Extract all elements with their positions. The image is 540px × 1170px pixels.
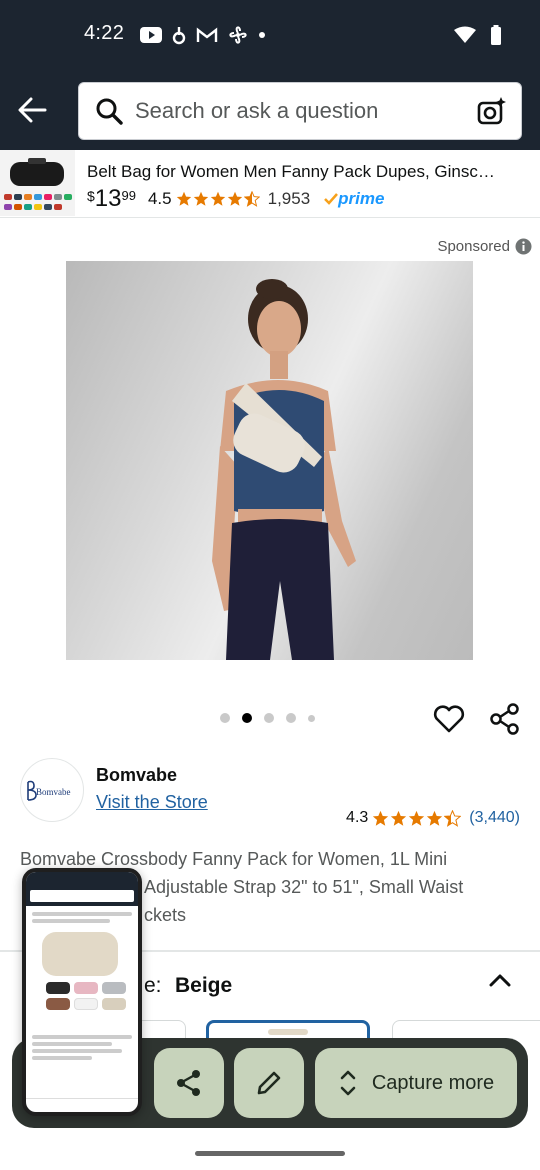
- star-icon: [409, 810, 425, 826]
- carousel-dots[interactable]: [220, 713, 315, 723]
- preview-text: [32, 1032, 132, 1063]
- star-rating: [176, 191, 260, 207]
- search-icon: [96, 98, 123, 125]
- visit-store-link[interactable]: Visit the Store: [96, 792, 208, 813]
- brand-rating-value: 4.3: [346, 809, 369, 826]
- brand-logo-text: Bomvabe: [36, 787, 71, 797]
- carousel-dot[interactable]: [220, 713, 230, 723]
- share-button[interactable]: [488, 702, 522, 736]
- capture-more-label: Capture more: [371, 1071, 495, 1094]
- status-bar: 4:22: [0, 0, 540, 72]
- screenshot-edit-button[interactable]: [234, 1048, 304, 1118]
- star-icon: [193, 191, 208, 206]
- youtube-icon: [140, 27, 162, 43]
- sponsored-label[interactable]: Sponsored: [437, 238, 532, 255]
- home-indicator[interactable]: [195, 1151, 345, 1156]
- info-icon: [515, 238, 532, 255]
- color-label: e:: [144, 974, 162, 997]
- prime-badge: prime: [324, 189, 384, 209]
- screenshot-share-button[interactable]: [154, 1048, 224, 1118]
- app-header: Search or ask a question: [0, 72, 540, 150]
- star-icon: [391, 810, 407, 826]
- share-icon: [490, 703, 519, 735]
- expand-vertical-icon: [340, 1070, 356, 1096]
- wishlist-button[interactable]: [432, 702, 466, 736]
- back-button[interactable]: [14, 92, 50, 128]
- fan-icon: [229, 26, 247, 44]
- star-icon: [227, 191, 242, 206]
- star-rating: [372, 809, 462, 827]
- brand-rating[interactable]: 4.3 (3,440): [346, 809, 520, 827]
- carousel-dot[interactable]: [264, 713, 274, 723]
- swatch-preview: [268, 1029, 308, 1035]
- rating-value: 4.5: [147, 189, 172, 208]
- battery-icon: [491, 25, 501, 45]
- search-bar[interactable]: Search or ask a question: [78, 82, 522, 140]
- preview-status-bar: [26, 872, 138, 888]
- carousel-dot[interactable]: [308, 714, 315, 722]
- back-arrow-icon: [18, 97, 47, 123]
- check-icon: [324, 193, 339, 205]
- uber-icon: [172, 27, 186, 45]
- preview-search: [26, 888, 138, 906]
- preview-nav-bar: [26, 1098, 138, 1112]
- system-icons: [454, 22, 502, 48]
- star-icon: [176, 191, 191, 206]
- sticky-product-title[interactable]: Belt Bag for Women Men Fanny Pack Dupes,…: [87, 162, 527, 182]
- review-count: 1,953: [267, 189, 311, 208]
- color-value: Beige: [175, 974, 233, 997]
- prime-label: prime: [338, 189, 385, 208]
- sponsored-text: Sponsored: [437, 238, 510, 255]
- capture-more-button[interactable]: Capture more: [315, 1048, 517, 1118]
- half-star-icon: [243, 191, 260, 207]
- preview-color-grid: [46, 982, 126, 1010]
- half-star-icon: [444, 809, 462, 827]
- star-icon: [373, 810, 389, 826]
- wifi-icon: [454, 26, 476, 43]
- price-symbol: $: [87, 188, 95, 204]
- product-thumbnail: [0, 150, 75, 216]
- search-input[interactable]: Search or ask a question: [135, 98, 477, 124]
- sticky-product-bar[interactable]: Belt Bag for Women Men Fanny Pack Dupes,…: [0, 150, 540, 218]
- sticky-product-meta: $ 13 99 4.5 1,953 prime: [87, 185, 384, 212]
- preview-text-line: [32, 912, 132, 916]
- heart-icon: [433, 705, 465, 733]
- notification-icons: [140, 22, 266, 48]
- carousel-dot[interactable]: [286, 713, 296, 723]
- chevron-up-icon[interactable]: [486, 966, 514, 994]
- screenshot-preview[interactable]: [22, 868, 142, 1116]
- carousel-dot-active[interactable]: [242, 713, 252, 723]
- price-whole: 13: [94, 185, 122, 212]
- pencil-icon: [257, 1071, 281, 1095]
- star-icon: [210, 191, 225, 206]
- star-icon: [427, 810, 443, 826]
- brand-logo[interactable]: Bomvabe: [20, 758, 84, 822]
- share-icon: [177, 1070, 200, 1096]
- brand-name: Bomvabe: [96, 765, 178, 785]
- preview-text-line: [32, 919, 111, 923]
- dot-icon: [259, 32, 265, 38]
- status-time: 4:22: [84, 22, 125, 44]
- camera-search-icon[interactable]: [477, 96, 507, 126]
- product-image[interactable]: [66, 261, 473, 660]
- preview-bag-image: [42, 932, 118, 976]
- price-fraction: 99: [121, 188, 136, 203]
- brand-review-count[interactable]: (3,440): [469, 809, 520, 827]
- model-illustration: [212, 279, 356, 660]
- gmail-icon: [196, 27, 218, 42]
